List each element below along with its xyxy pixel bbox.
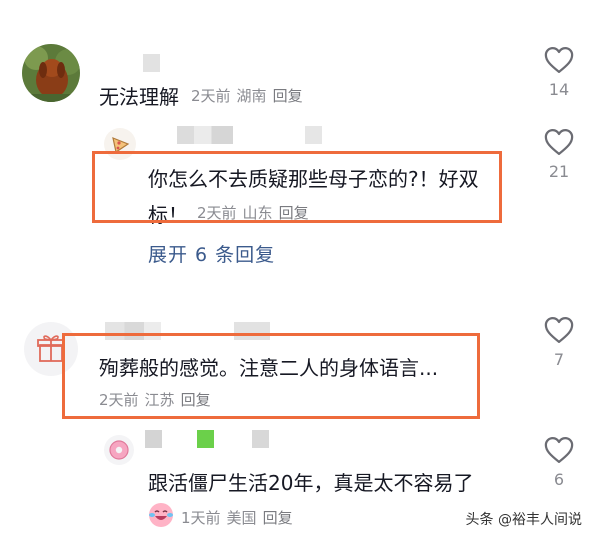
like-count: 6: [553, 470, 565, 489]
heart-icon: [544, 437, 574, 463]
reply-meta: 1天前 美国 回复: [181, 507, 299, 528]
laughing-emoji-icon: [146, 500, 176, 530]
heart-icon: [544, 317, 574, 343]
like-button[interactable]: 21: [539, 128, 579, 181]
username-blurred[interactable]: [177, 126, 233, 144]
username-blurred-3: [252, 430, 269, 448]
avatar[interactable]: [22, 44, 80, 102]
reply-avatar[interactable]: [104, 435, 134, 465]
watermark: 头条 @裕丰人间说: [459, 507, 588, 531]
reply-location: 美国: [226, 509, 257, 527]
like-count: 7: [553, 350, 565, 369]
heart-icon: [544, 129, 574, 155]
comment-meta: 2天前 湖南 回复: [191, 85, 309, 106]
like-button[interactable]: 14: [539, 46, 579, 99]
like-button[interactable]: 6: [539, 436, 579, 489]
expand-replies-link[interactable]: 展开 6 条回复: [148, 240, 275, 267]
dog-avatar-image: [22, 44, 80, 102]
heart-icon: [544, 47, 574, 73]
highlight-box: [62, 333, 480, 419]
username-blurred-2: [305, 126, 322, 144]
username-blurred-2: [197, 430, 214, 448]
comment-location: 湖南: [236, 87, 267, 105]
reply-button[interactable]: 回复: [263, 509, 293, 527]
highlight-box: [92, 151, 502, 223]
like-count: 21: [548, 162, 570, 181]
username-blurred[interactable]: [145, 430, 162, 448]
username-blurred[interactable]: [143, 54, 160, 72]
reply-text: 跟活僵尸生活20年，真是太不容易了: [148, 471, 474, 495]
comment-time: 2天前: [191, 87, 231, 105]
comment-text: 无法理解: [99, 85, 179, 109]
reply-button[interactable]: 回复: [273, 87, 303, 105]
like-button[interactable]: 7: [539, 316, 579, 369]
donut-avatar-icon: [109, 440, 129, 460]
like-count: 14: [548, 80, 570, 99]
reply-time: 1天前: [181, 509, 221, 527]
